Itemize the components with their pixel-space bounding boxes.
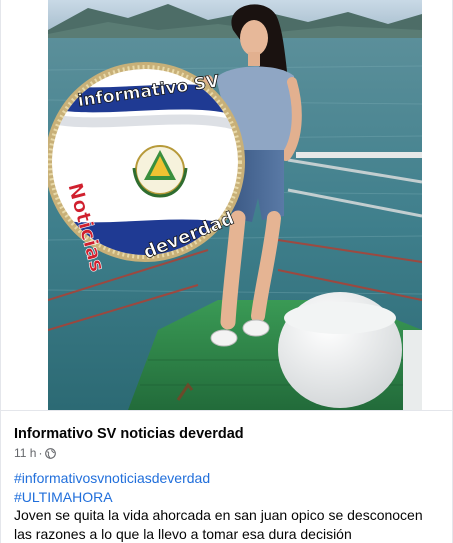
- separator-dot: ·: [38, 446, 43, 460]
- post-timestamp[interactable]: 11 h: [14, 445, 36, 461]
- hashtag-link[interactable]: #informativosvnoticiasdeverdad: [14, 469, 444, 488]
- globe-icon[interactable]: [45, 447, 57, 459]
- post-body: #informativosvnoticiasdeverdad #ULTIMAHO…: [14, 469, 444, 543]
- post-time-row: 11 h ·: [14, 445, 444, 461]
- post-meta: Informativo SV noticias deverdad 11 h · …: [14, 425, 444, 543]
- post-photo[interactable]: informativo SV Noticias deverdad: [48, 0, 422, 410]
- post-caption: Joven se quita la vida ahorcada en san j…: [14, 507, 423, 542]
- post-image: informativo SV Noticias deverdad: [48, 0, 422, 410]
- hashtag-link[interactable]: #ULTIMAHORA: [14, 488, 444, 507]
- divider: [1, 410, 452, 411]
- page-name-link[interactable]: Informativo SV noticias deverdad: [14, 425, 444, 443]
- facebook-post: informativo SV Noticias deverdad Informa…: [0, 0, 453, 543]
